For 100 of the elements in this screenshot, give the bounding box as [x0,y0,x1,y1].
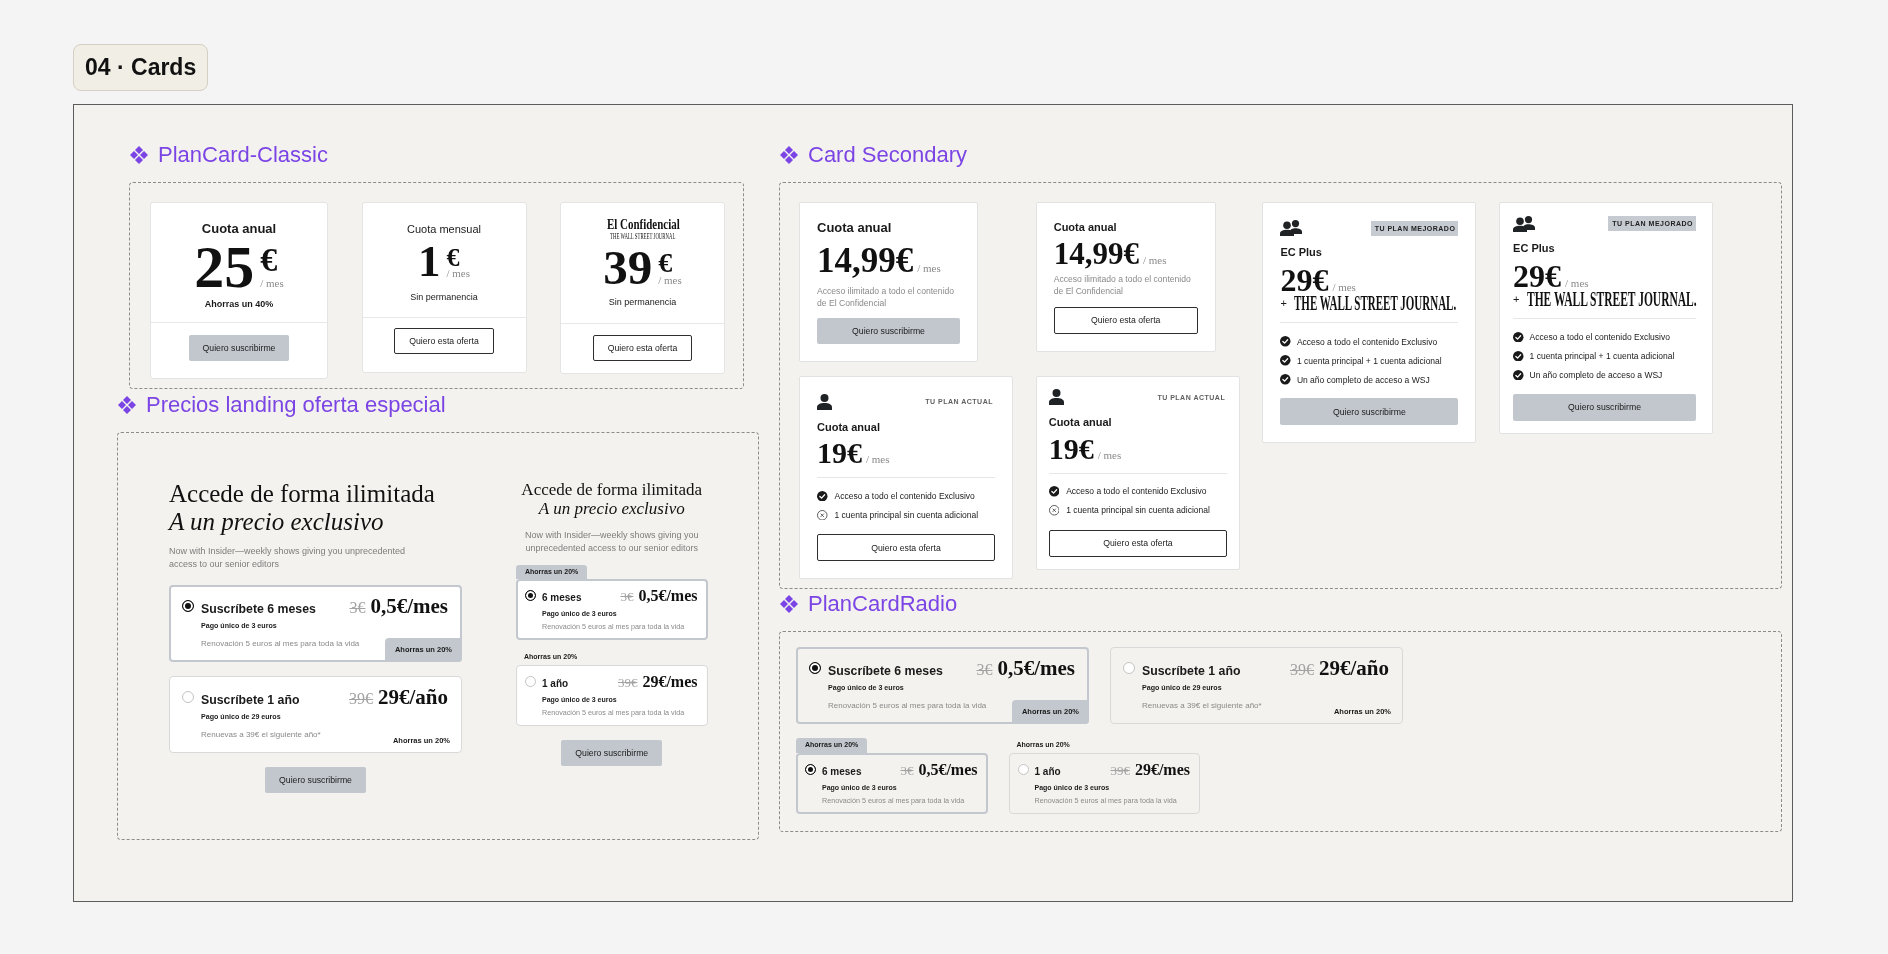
price-period: / mes [1142,254,1167,266]
offer-button[interactable]: Quiero esta oferta [394,327,494,354]
component-icon [779,594,799,615]
subscribe-button[interactable]: Quiero suscribirme [188,335,290,362]
price-period: / mes [1565,276,1589,289]
feature-text: 1 cuenta principal sin cuenta adicional [1066,504,1210,517]
plan-description: Acceso ilimitado a todo el contenido de El Confidencial [817,285,956,310]
option-title: Suscríbete 6 meses [828,662,943,680]
radio-button[interactable] [805,763,816,775]
plan-name: Cuota anual [817,419,881,434]
renewal-note: Renovación 5 euros al mes para toda la vida [828,700,987,711]
subscribe-button[interactable]: Quiero suscribirme [265,767,366,794]
component-icon [129,145,149,165]
feature-text: 1 cuenta principal + 1 cuenta adicional [1296,354,1442,367]
price-period: / mes [917,262,941,274]
feature-text: Acceso a todo el contenido Exclusivo [1296,335,1438,348]
price-amount: 25 [194,236,255,297]
price-period: / mes [658,273,682,286]
subscribe-button[interactable]: Quiero suscribirme [817,318,960,345]
feature-text: 1 cuenta principal + 1 cuenta adicional [1529,350,1675,363]
option-title: 1 año [1034,764,1061,779]
subscribe-button[interactable]: Quiero suscribirme [1280,398,1459,426]
plan-name: EC Plus [1513,240,1556,255]
plan-name: Cuota mensual [407,221,481,237]
feature-text: Un año completo de acceso a WSJ [1529,369,1663,382]
currency-symbol: € [260,245,278,274]
plan-name: EC Plus [1280,245,1323,260]
plan-note: Ahorras un 40% [204,298,274,310]
price-amount: 29€ [1280,266,1329,295]
option-title: Suscríbete 6 meses [201,601,316,619]
page-title-badge: 04 · Cards [73,44,209,91]
option-title: Suscríbete 1 año [1142,662,1241,680]
currency-symbol: € [658,250,673,275]
offer-button[interactable]: Quiero esta oferta [1053,307,1198,334]
option-price: 29€/mes [642,672,698,690]
currency-symbol: € [446,247,460,269]
option-price: 29€/año [1319,657,1389,678]
plan-name: Cuota anual [817,220,893,236]
old-price: 3€ [900,761,914,779]
offer-button[interactable]: Quiero esta oferta [1048,529,1228,557]
old-price: 39€ [617,673,638,691]
plan-name: Cuota anual [201,220,277,237]
plan-note: Sin permanencia [410,291,478,303]
price-period: / mes [446,267,470,279]
old-price: 39€ [1290,659,1314,680]
headline: Accede de forma ilimitada [520,480,704,500]
renewal-note: Renuevas a 39€ el siguiente año* [201,730,321,741]
radio-button[interactable] [182,600,194,613]
option-title: 6 meses [822,764,862,779]
subheadline: A un precio exclusivo [169,508,385,537]
offer-button[interactable]: Quiero esta oferta [817,534,995,562]
option-title: 6 meses [542,591,582,606]
people-icon [1280,220,1303,236]
plan-name: Cuota anual [1053,220,1118,234]
radio-button[interactable] [525,590,536,602]
old-price: 39€ [1110,761,1130,779]
option-title: 1 año [542,676,569,691]
intro-text: Now with Insider—weekly shows giving you unprecedented access to our senior editors [523,529,700,556]
component-icon [117,395,137,416]
component-icon [779,145,799,165]
person-icon [817,393,832,410]
section-title: PlanCardRadio [808,591,958,618]
old-price: 3€ [976,659,993,680]
section-title: PlanCard-Classic [158,142,328,168]
subscribe-button[interactable]: Quiero suscribirme [561,739,663,766]
plus-sign: + [1280,296,1287,312]
plan-note: Sin permanencia [608,297,677,309]
price-period: / mes [260,276,284,289]
plus-sign: + [1513,291,1520,307]
offer-button[interactable]: Quiero esta oferta [592,334,693,361]
price-amount: 29€ [1513,261,1562,290]
old-price: 3€ [620,588,634,606]
feature-text: Acceso a todo el contenido Exclusivo [1529,331,1670,344]
headline: Accede de forma ilimitada [169,480,436,509]
intro-text: Now with Insider—weekly shows giving you unprecedented access to our senior editors [169,544,407,571]
subscribe-button[interactable]: Quiero suscribirme [1513,393,1697,421]
section-title: Card Secondary [808,142,967,168]
plan-description: Acceso ilimitado a todo el contenido de El Confidencial [1053,273,1192,298]
person-icon [1048,389,1064,406]
feature-text: 1 cuenta principal sin cuenta adicional [834,508,979,521]
price-period: / mes [1332,281,1356,294]
price-period: / mes [866,453,890,466]
price-amount: 39 [603,242,653,292]
option-price: 0,5€/mes [638,587,698,605]
partner-wordmark: THE WALL STREET JOURNAL. [1293,294,1456,313]
option-price: 0,5€/mes [370,596,448,617]
old-price: 3€ [349,598,366,619]
price-amount: 1 [418,238,441,284]
price-amount: 14,99€ [817,243,914,279]
section-title: Precios landing oferta especial [146,392,446,419]
price-amount: 14,99€ [1053,238,1139,270]
price-period: / mes [1097,448,1122,461]
subheadline: A un precio exclusivo [537,499,686,519]
radio-button[interactable] [809,661,821,674]
price-amount: 19€ [817,437,862,469]
renewal-note: Renovación 5 euros al mes para toda la vida [201,639,360,650]
feature-text: Acceso a todo el contenido Exclusivo [1066,485,1207,498]
price-amount: 19€ [1048,432,1094,464]
partner-wordmark: THE WALL STREET JOURNAL [610,231,676,241]
renewal-note: Renuevas a 39€ el siguiente año* [1142,700,1262,711]
